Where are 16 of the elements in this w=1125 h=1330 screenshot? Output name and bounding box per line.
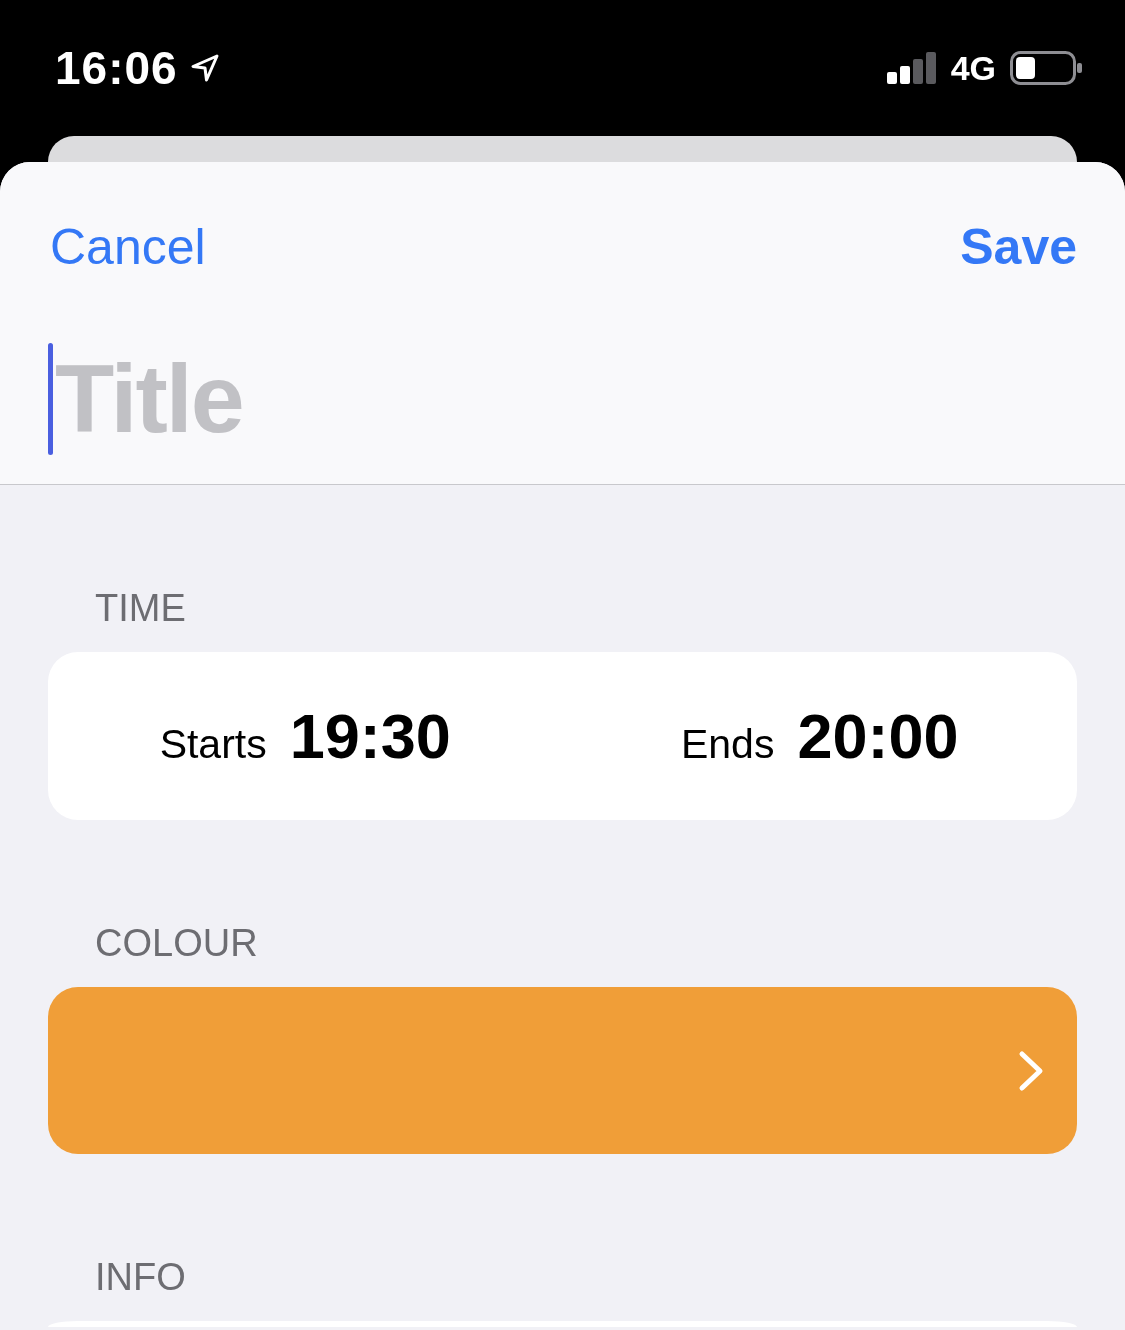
start-label: Starts xyxy=(159,721,267,768)
network-type: 4G xyxy=(950,48,996,88)
end-time[interactable]: 20:00 xyxy=(797,700,959,772)
section-header: INFO xyxy=(94,1257,187,1297)
start-time[interactable]: 19:30 xyxy=(289,700,451,772)
end-label: Ends xyxy=(680,721,775,768)
colour-row[interactable] xyxy=(48,987,1077,1154)
location-arrow-icon xyxy=(189,53,220,83)
section-header: COLOUR xyxy=(94,923,259,963)
status-time: 16:06 xyxy=(55,41,178,95)
section-header: TIME xyxy=(94,588,187,628)
chevron-icon xyxy=(1018,1049,1044,1092)
save-button[interactable]: Save xyxy=(960,217,1077,277)
battery-icon xyxy=(1010,51,1082,85)
cancel-button[interactable]: Cancel xyxy=(50,217,206,277)
signal-icon xyxy=(886,52,937,84)
